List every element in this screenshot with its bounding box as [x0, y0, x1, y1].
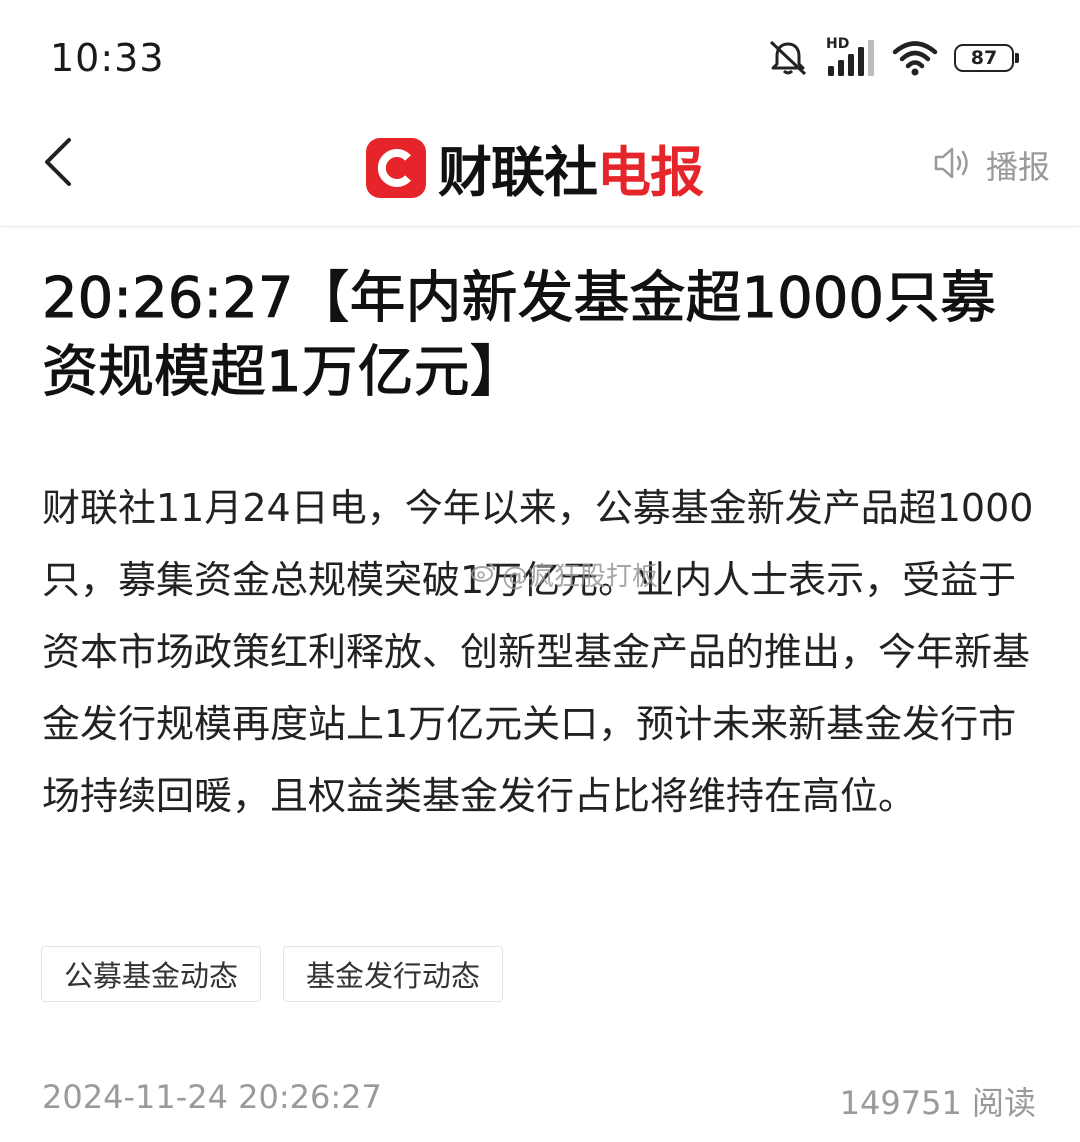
- back-button[interactable]: [30, 132, 86, 196]
- brand-logo-mark: [377, 148, 411, 187]
- broadcast-label: 播报: [985, 148, 1050, 186]
- status-bar: 10:33 HD 87: [0, 0, 1080, 110]
- brand-logo: [366, 137, 426, 198]
- brand-name-highlight: 电报: [597, 141, 704, 204]
- mute-icon: [766, 38, 810, 78]
- battery-level: 87: [970, 47, 998, 69]
- battery-icon: 87: [954, 44, 1019, 72]
- read-count: 149751 阅读: [839, 1084, 1036, 1122]
- brand-name: 财联社: [438, 141, 598, 204]
- back-arrow-icon: [43, 137, 73, 191]
- article-title: 20:26:27【年内新发基金超1000只募资规模超1万亿元】: [42, 266, 997, 406]
- tag-item[interactable]: 基金发行动态: [283, 946, 504, 1002]
- status-time: 10:33: [50, 36, 165, 80]
- signal-icon: HD: [826, 36, 876, 78]
- brand-title: 财联社 电报: [366, 128, 704, 207]
- broadcast-button[interactable]: 播报: [932, 142, 1050, 188]
- speaker-icon: [932, 144, 972, 186]
- publish-date: 2024-11-24 20:26:27: [42, 1078, 382, 1116]
- article-body: 财联社11月24日电，今年以来，公募基金新发产品超1000只，募集资金总规模突破…: [42, 486, 1034, 818]
- app-header: 财联社 电报 播报: [0, 110, 1080, 227]
- wifi-icon: [892, 39, 938, 77]
- tag-item[interactable]: 公募基金动态: [41, 946, 262, 1002]
- tag-list: 公募基金动态 基金发行动态: [41, 946, 525, 1002]
- status-icons: HD 87: [750, 36, 1019, 78]
